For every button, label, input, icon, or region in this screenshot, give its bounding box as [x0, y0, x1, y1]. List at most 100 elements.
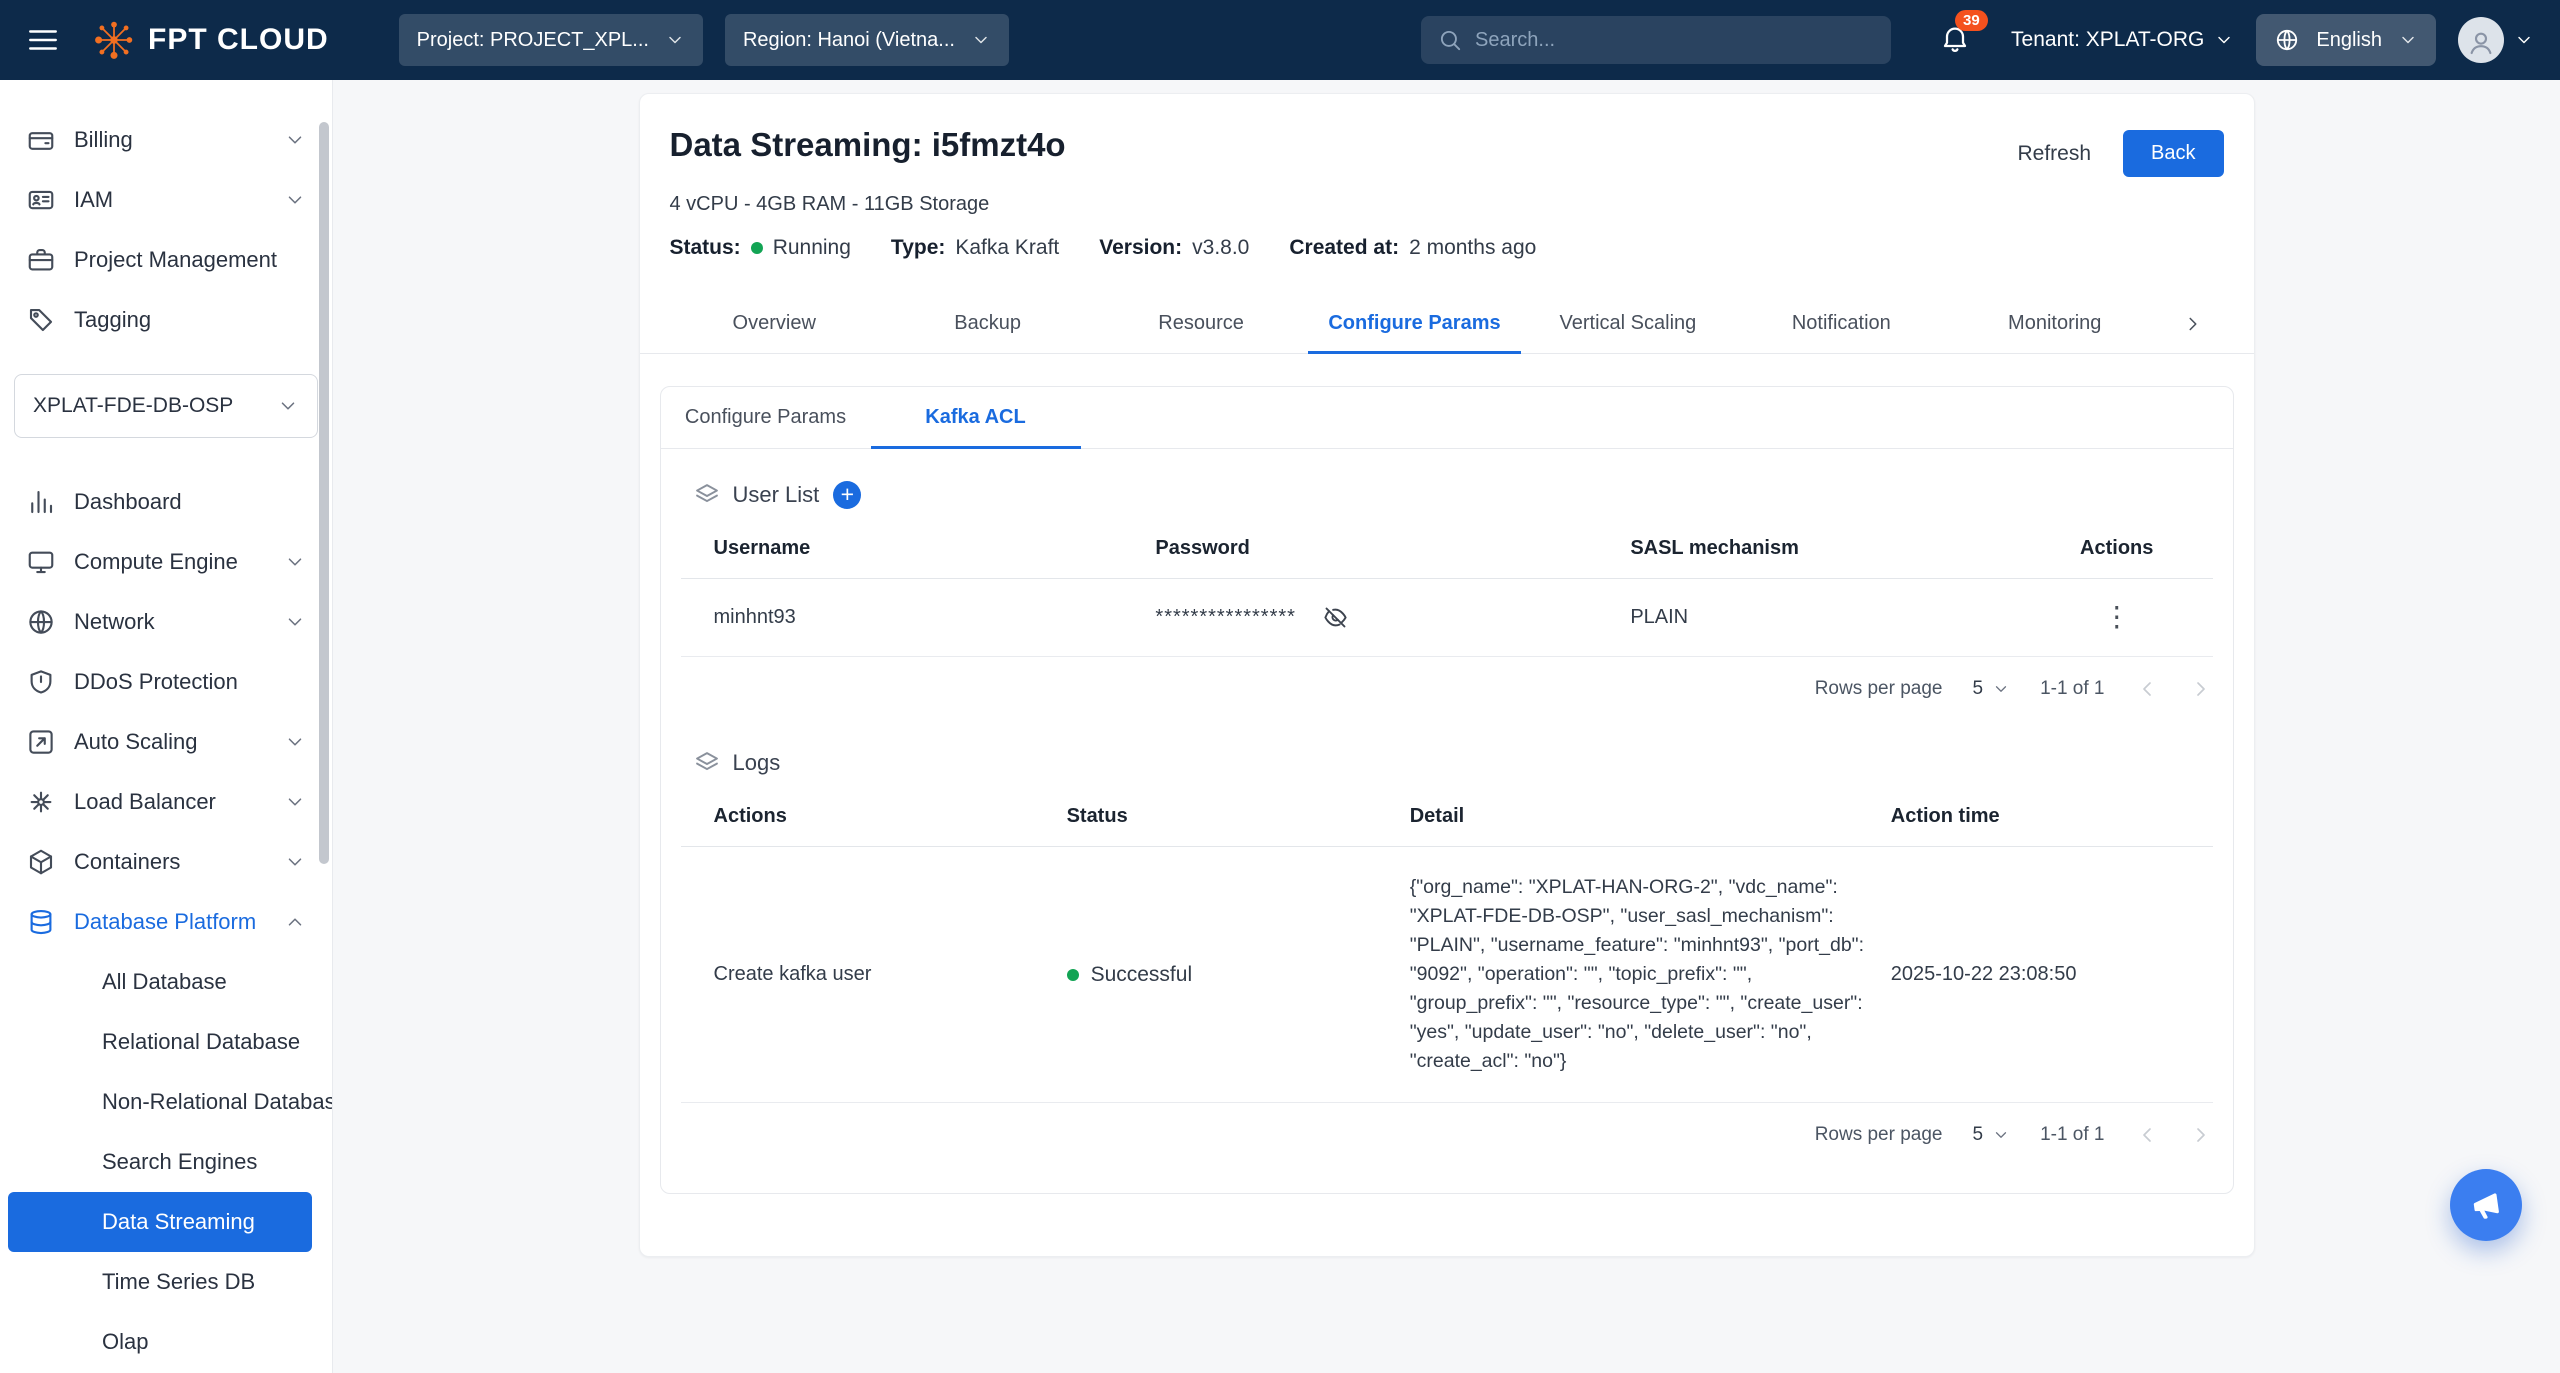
next-page-button[interactable]: [2189, 1123, 2213, 1147]
sidebar-item-tagging[interactable]: Tagging: [0, 290, 332, 350]
project-selector[interactable]: Project: PROJECT_XPL...: [399, 14, 703, 66]
type-group: Type: Kafka Kraft: [891, 236, 1059, 260]
search-input[interactable]: [1475, 29, 1875, 52]
sidebar-item-relational-database[interactable]: Relational Database: [8, 1012, 312, 1072]
subtab-configure-params[interactable]: Configure Params: [661, 387, 871, 448]
user-list-table-header: Username Password SASL mechanism Actions: [681, 537, 2213, 579]
billing-icon: [26, 125, 56, 155]
chevron-down-icon: [277, 395, 299, 417]
sidebar-item-time-series-db[interactable]: Time Series DB: [8, 1252, 312, 1312]
notifications-button[interactable]: 39: [1939, 22, 1971, 59]
announcement-fab[interactable]: [2450, 1169, 2522, 1241]
sidebar-scrollbar[interactable]: [319, 122, 329, 864]
column-header-status: Status: [1067, 805, 1410, 828]
dashboard-icon: [26, 487, 56, 517]
tab-resource[interactable]: Resource: [1094, 294, 1307, 353]
project-selector-label: Project: PROJECT_XPL...: [417, 29, 649, 52]
fpt-cloud-logo[interactable]: FPT CLOUD: [92, 18, 329, 62]
user-menu[interactable]: [2458, 17, 2534, 63]
project-management-icon: [26, 245, 56, 275]
sidebar-item-database-platform[interactable]: Database Platform: [0, 892, 332, 952]
chevron-down-icon: [284, 731, 306, 753]
password-cell: ****************: [1155, 604, 1630, 631]
rows-per-page-label: Rows per page: [1815, 1124, 1943, 1146]
sidebar-item-dashboard[interactable]: Dashboard: [0, 472, 332, 532]
sidebar-item-olap[interactable]: Olap: [8, 1312, 312, 1372]
previous-page-button[interactable]: [2135, 677, 2159, 701]
tenant-selector-label: Tenant: XPLAT-ORG: [2011, 28, 2204, 52]
notification-badge: 39: [1955, 10, 1988, 31]
back-button[interactable]: Back: [2123, 130, 2223, 177]
vdc-selector[interactable]: XPLAT-FDE-DB-OSP: [14, 374, 318, 438]
tab-configure-params[interactable]: Configure Params: [1308, 294, 1521, 353]
previous-page-button[interactable]: [2135, 1123, 2159, 1147]
sidebar-item-non-relational-database[interactable]: Non-Relational Database: [8, 1072, 312, 1132]
rows-per-page-value: 5: [1972, 1124, 1983, 1146]
tabs-scroll-right-button[interactable]: [2161, 294, 2225, 353]
refresh-button[interactable]: Refresh: [2018, 142, 2092, 166]
log-time-cell: 2025-10-22 23:08:50: [1891, 963, 2213, 986]
sidebar-item-label: Network: [74, 609, 266, 635]
sidebar-item-label: Compute Engine: [74, 549, 266, 575]
globe-icon: [2274, 27, 2300, 53]
user-list-section-header: User List +: [693, 481, 2201, 509]
hamburger-menu-icon[interactable]: [26, 23, 60, 57]
type-value: Kafka Kraft: [955, 236, 1059, 260]
page-title: Data Streaming: i5fmzt4o: [670, 126, 1066, 164]
created-label: Created at:: [1289, 236, 1399, 260]
tab-vertical-scaling[interactable]: Vertical Scaling: [1521, 294, 1734, 353]
rows-per-page-select[interactable]: 5: [1972, 1124, 2010, 1146]
ddos-protection-icon: [26, 667, 56, 697]
row-actions-menu-button[interactable]: ⋮: [2103, 603, 2131, 631]
chevron-down-icon: [971, 30, 991, 50]
sidebar-item-compute-engine[interactable]: Compute Engine: [0, 532, 332, 592]
column-header-sasl-mechanism: SASL mechanism: [1630, 537, 2021, 560]
person-icon: [2466, 28, 2496, 58]
subtab-kafka-acl[interactable]: Kafka ACL: [871, 387, 1081, 448]
logs-table: Actions Status Detail Action time Create…: [681, 805, 2213, 1103]
main-content: Data Streaming: i5fmzt4o Refresh Back 4 …: [333, 80, 2560, 1373]
load-balancer-icon: [26, 787, 56, 817]
region-selector[interactable]: Region: Hanoi (Vietna...: [725, 14, 1009, 66]
sidebar-item-label: Load Balancer: [74, 789, 266, 815]
column-header-actions: Actions: [681, 805, 1067, 828]
search-icon: [1437, 27, 1463, 53]
sidebar-item-load-balancer[interactable]: Load Balancer: [0, 772, 332, 832]
user-list-table: Username Password SASL mechanism Actions…: [681, 537, 2213, 657]
toggle-password-visibility-button[interactable]: [1322, 604, 1349, 631]
tab-overview[interactable]: Overview: [668, 294, 881, 353]
rows-per-page-select[interactable]: 5: [1972, 678, 2010, 700]
add-user-button[interactable]: +: [833, 481, 861, 509]
sidebar-item-billing[interactable]: Billing: [0, 110, 332, 170]
column-header-username: Username: [681, 537, 1156, 560]
username-cell: minhnt93: [681, 606, 1156, 629]
sidebar-item-search-engines[interactable]: Search Engines: [8, 1132, 312, 1192]
sidebar-item-project-management[interactable]: Project Management: [0, 230, 332, 290]
tab-backup[interactable]: Backup: [881, 294, 1094, 353]
sidebar-item-iam[interactable]: IAM: [0, 170, 332, 230]
global-search[interactable]: [1421, 16, 1891, 64]
rows-per-page-label: Rows per page: [1815, 678, 1943, 700]
sidebar-item-auto-scaling[interactable]: Auto Scaling: [0, 712, 332, 772]
tagging-icon: [26, 305, 56, 335]
tenant-selector[interactable]: Tenant: XPLAT-ORG: [2011, 28, 2234, 52]
sidebar-item-label: DDoS Protection: [74, 669, 306, 695]
chevron-right-icon: [2189, 677, 2213, 701]
chevron-down-icon: [284, 129, 306, 151]
language-selector[interactable]: English: [2256, 14, 2436, 66]
tab-notification[interactable]: Notification: [1735, 294, 1948, 353]
next-page-button[interactable]: [2189, 677, 2213, 701]
sidebar-item-ddos-protection[interactable]: DDoS Protection: [0, 652, 332, 712]
chevron-down-icon: [2398, 30, 2418, 50]
masked-password: ****************: [1155, 606, 1296, 629]
chevron-down-icon: [2214, 30, 2234, 50]
sidebar-item-network[interactable]: Network: [0, 592, 332, 652]
sidebar-item-data-streaming[interactable]: Data Streaming: [8, 1192, 312, 1252]
chevron-right-icon: [2189, 1123, 2213, 1147]
iam-icon: [26, 185, 56, 215]
user-list-pagination: Rows per page 5 1-1 of 1: [681, 677, 2213, 701]
sidebar-item-label: IAM: [74, 187, 266, 213]
sidebar-item-all-database[interactable]: All Database: [8, 952, 312, 1012]
tab-monitoring[interactable]: Monitoring: [1948, 294, 2161, 353]
sidebar-item-containers[interactable]: Containers: [0, 832, 332, 892]
